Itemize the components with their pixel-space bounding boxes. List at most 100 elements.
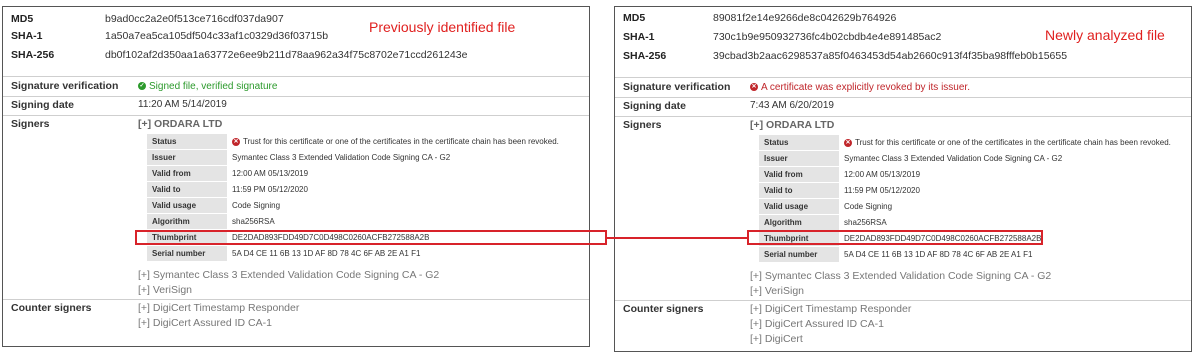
table-row: Status ✕ Trust for this certificate or one… bbox=[147, 134, 564, 150]
sha256-value: 39cbad3b2aac6298537a85f0463453d54ab2660c… bbox=[713, 49, 1068, 62]
counter-signer-link[interactable]: [+] DigiCert bbox=[750, 333, 803, 345]
md5-label: MD5 bbox=[623, 11, 646, 24]
x-circle-icon: ✕ bbox=[232, 137, 240, 146]
panel-title: Newly analyzed file bbox=[1045, 27, 1165, 43]
issuer-key: Issuer bbox=[147, 149, 227, 166]
serial-number-key: Serial number bbox=[147, 245, 227, 262]
status-value: ✕ Trust for this certificate or one of th… bbox=[839, 135, 1176, 151]
table-row: Serial number 5A D4 CE 11 6B 13 1D AF 8D … bbox=[759, 246, 1176, 263]
algorithm-value: sha256RSA bbox=[839, 214, 1176, 231]
sha1-row: SHA-1 730c1b9e950932736fc4b02cbdb4e4e891… bbox=[623, 28, 941, 45]
signers-label: Signers bbox=[623, 119, 662, 131]
x-circle-icon: ✕ bbox=[844, 138, 852, 147]
table-row: Valid to 11:59 PM 05/12/2020 bbox=[759, 182, 1176, 199]
valid-usage-key: Valid usage bbox=[147, 197, 227, 214]
sha256-label: SHA-256 bbox=[11, 48, 55, 61]
table-row: Issuer Symantec Class 3 Extended Validati… bbox=[147, 149, 564, 166]
table-row: Valid to 11:59 PM 05/12/2020 bbox=[147, 181, 564, 198]
signer-expand-link[interactable]: [+] ORDARA LTD bbox=[138, 118, 222, 130]
issuer-key: Issuer bbox=[759, 150, 839, 167]
counter-signer-link[interactable]: [+] DigiCert Timestamp Responder bbox=[750, 303, 911, 315]
sha1-label: SHA-1 bbox=[11, 29, 43, 42]
thumbprint-highlight-box bbox=[747, 230, 1043, 245]
table-row: Valid usage Code Signing bbox=[759, 198, 1176, 215]
status-key: Status bbox=[147, 134, 227, 150]
issuer-value: Symantec Class 3 Extended Validation Cod… bbox=[839, 150, 1176, 167]
valid-usage-value: Code Signing bbox=[227, 197, 564, 214]
signature-verification-label: Signature verification bbox=[11, 80, 119, 92]
valid-from-key: Valid from bbox=[147, 165, 227, 182]
status-key: Status bbox=[759, 135, 839, 151]
chain-cert-link[interactable]: [+] VeriSign bbox=[750, 285, 804, 297]
panel-title: Previously identified file bbox=[369, 19, 516, 35]
chain-cert-link[interactable]: [+] Symantec Class 3 Extended Validation… bbox=[138, 269, 439, 281]
check-circle-icon: ✓ bbox=[138, 82, 146, 91]
divider bbox=[3, 96, 589, 97]
counter-signer-link[interactable]: [+] DigiCert Timestamp Responder bbox=[138, 302, 299, 314]
counter-signer-link[interactable]: [+] DigiCert Assured ID CA-1 bbox=[138, 317, 272, 329]
status-text: Trust for this certificate or one of the… bbox=[243, 137, 559, 146]
algorithm-key: Algorithm bbox=[147, 213, 227, 230]
chain-cert-link[interactable]: [+] VeriSign bbox=[138, 284, 192, 296]
sha256-value: db0f102af2d350aa1a63772e6ee9b211d78aa962… bbox=[105, 48, 468, 61]
sha1-row: SHA-1 1a50a7ea5ca105df504c33af1c0329d36f… bbox=[11, 27, 328, 44]
signature-verification-value: ✓ Signed file, verified signature bbox=[138, 81, 277, 92]
valid-to-key: Valid to bbox=[759, 182, 839, 199]
sha1-label: SHA-1 bbox=[623, 30, 655, 43]
right-file-panel: MD5 89081f2e14e9266de8c042629b764926 SHA… bbox=[614, 6, 1192, 352]
sha256-row: SHA-256 db0f102af2d350aa1a63772e6ee9b211… bbox=[11, 46, 467, 63]
valid-usage-key: Valid usage bbox=[759, 198, 839, 215]
valid-from-value: 12:00 AM 05/13/2019 bbox=[839, 166, 1176, 183]
md5-label: MD5 bbox=[11, 12, 34, 25]
signer-expand-link[interactable]: [+] ORDARA LTD bbox=[750, 119, 834, 131]
signature-verification-value: ✕ A certificate was explicitly revoked by… bbox=[750, 82, 970, 93]
table-row: Algorithm sha256RSA bbox=[759, 214, 1176, 231]
sha256-label: SHA-256 bbox=[623, 49, 667, 62]
md5-value: b9ad0cc2a2e0f513ce716cdf037da907 bbox=[105, 12, 284, 25]
table-row: Valid usage Code Signing bbox=[147, 197, 564, 214]
valid-to-value: 11:59 PM 05/12/2020 bbox=[227, 181, 564, 198]
counter-signers-label: Counter signers bbox=[11, 302, 92, 314]
signature-verification-label: Signature verification bbox=[623, 81, 731, 93]
valid-to-key: Valid to bbox=[147, 181, 227, 198]
status-value: ✕ Trust for this certificate or one of th… bbox=[227, 134, 564, 150]
divider bbox=[615, 77, 1191, 78]
divider bbox=[615, 116, 1191, 117]
algorithm-key: Algorithm bbox=[759, 214, 839, 231]
signing-date-value: 11:20 AM 5/14/2019 bbox=[138, 99, 227, 110]
table-row: Serial number 5A D4 CE 11 6B 13 1D AF 8D … bbox=[147, 245, 564, 262]
counter-signers-label: Counter signers bbox=[623, 303, 704, 315]
valid-to-value: 11:59 PM 05/12/2020 bbox=[839, 182, 1176, 199]
serial-number-key: Serial number bbox=[759, 246, 839, 263]
md5-value: 89081f2e14e9266de8c042629b764926 bbox=[713, 11, 897, 24]
signing-date-label: Signing date bbox=[11, 99, 74, 111]
sha1-value: 730c1b9e950932736fc4b02cbdb4e4e891485ac2 bbox=[713, 30, 942, 43]
divider bbox=[615, 300, 1191, 301]
table-row: Status ✕ Trust for this certificate or one… bbox=[759, 135, 1176, 151]
signature-verification-text: Signed file, verified signature bbox=[149, 81, 278, 92]
divider bbox=[3, 299, 589, 300]
algorithm-value: sha256RSA bbox=[227, 213, 564, 230]
table-row: Valid from 12:00 AM 05/13/2019 bbox=[147, 165, 564, 182]
left-file-panel: MD5 b9ad0cc2a2e0f513ce716cdf037da907 SHA… bbox=[2, 6, 590, 347]
issuer-value: Symantec Class 3 Extended Validation Cod… bbox=[227, 149, 564, 166]
counter-signer-link[interactable]: [+] DigiCert Assured ID CA-1 bbox=[750, 318, 884, 330]
md5-row: MD5 b9ad0cc2a2e0f513ce716cdf037da907 bbox=[11, 10, 284, 27]
valid-from-key: Valid from bbox=[759, 166, 839, 183]
sha1-value: 1a50a7ea5ca105df504c33af1c0329d36f03715b bbox=[105, 29, 329, 42]
x-circle-icon: ✕ bbox=[750, 83, 758, 92]
md5-row: MD5 89081f2e14e9266de8c042629b764926 bbox=[623, 9, 896, 26]
valid-usage-value: Code Signing bbox=[839, 198, 1176, 215]
serial-number-value: 5A D4 CE 11 6B 13 1D AF 8D 78 4C 6F AB 2… bbox=[227, 245, 564, 262]
valid-from-value: 12:00 AM 05/13/2019 bbox=[227, 165, 564, 182]
thumbprint-match-connector bbox=[607, 237, 747, 239]
table-row: Valid from 12:00 AM 05/13/2019 bbox=[759, 166, 1176, 183]
signers-label: Signers bbox=[11, 118, 50, 130]
sha256-row: SHA-256 39cbad3b2aac6298537a85f0463453d5… bbox=[623, 47, 1067, 64]
chain-cert-link[interactable]: [+] Symantec Class 3 Extended Validation… bbox=[750, 270, 1051, 282]
serial-number-value: 5A D4 CE 11 6B 13 1D AF 8D 78 4C 6F AB 2… bbox=[839, 246, 1176, 263]
table-row: Algorithm sha256RSA bbox=[147, 213, 564, 230]
thumbprint-highlight-box bbox=[135, 230, 607, 245]
signature-verification-text: A certificate was explicitly revoked by … bbox=[761, 82, 970, 93]
divider bbox=[615, 97, 1191, 98]
